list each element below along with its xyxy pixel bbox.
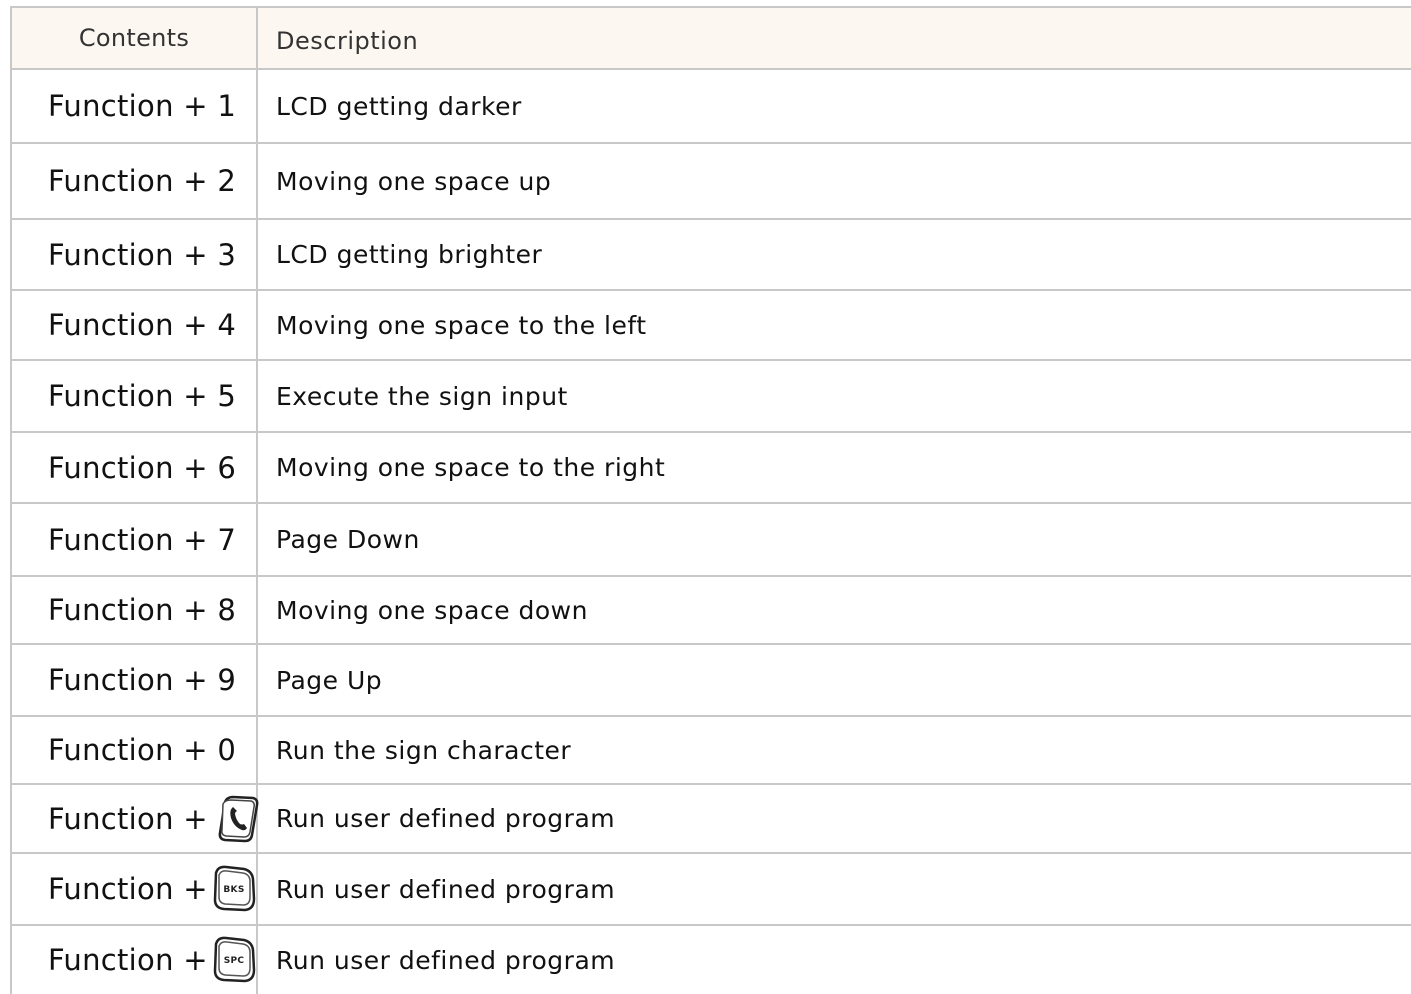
table-row: Function + Run user defined program: [10, 785, 1411, 854]
spc-key-label: SPC: [224, 956, 245, 966]
key-combo: Function + 1: [10, 70, 258, 142]
key-description: Page Down: [276, 525, 420, 554]
key-description: Page Up: [276, 665, 383, 695]
key-combo: Function + 9: [10, 645, 258, 715]
table-row: Function + 9 Page Up: [10, 645, 1411, 717]
bks-key-label: BKS: [223, 885, 244, 895]
table-header-row: Contents Description: [10, 6, 1411, 70]
key-combo: Function + SPC: [10, 926, 258, 994]
key-combo-label: Function +: [48, 872, 208, 906]
key-combo-label: Function +: [48, 943, 208, 977]
table-row: Function + BKS Run user defined program: [10, 854, 1411, 926]
key-description: Run user defined program: [276, 945, 616, 975]
key-description: Run user defined program: [276, 874, 616, 904]
key-combo: Function + 8: [10, 577, 258, 643]
key-description: Moving one space to the left: [276, 310, 647, 340]
key-description: Moving one space to the right: [276, 453, 666, 482]
key-description: LCD getting darker: [276, 91, 522, 121]
table-row: Function + SPC Run user defined program: [10, 926, 1411, 994]
key-description: LCD getting brighter: [276, 240, 543, 269]
table-row: Function + 5 Execute the sign input: [10, 361, 1411, 433]
key-combo: Function + 6: [10, 433, 258, 502]
key-combo: Function + 5: [10, 361, 258, 431]
phone-key-icon: [216, 794, 260, 844]
key-combo: Function + 4: [10, 291, 258, 359]
key-combo-label: Function +: [48, 801, 208, 836]
key-description: Moving one space down: [276, 595, 588, 625]
table-row: Function + 0 Run the sign character: [10, 717, 1411, 785]
header-description: Description: [276, 27, 419, 55]
key-combo: Function + 3: [10, 220, 258, 289]
table-row: Function + 6 Moving one space to the rig…: [10, 433, 1411, 504]
key-combo: Function +: [10, 785, 260, 852]
key-combo: Function + 0: [10, 717, 258, 783]
header-contents: Contents: [10, 8, 258, 68]
key-description: Execute the sign input: [276, 381, 568, 411]
table-row: Function + 4 Moving one space to the lef…: [10, 291, 1411, 361]
table-row: Function + 7 Page Down: [10, 504, 1411, 577]
key-combo: Function + 7: [10, 504, 258, 575]
spc-key-icon: SPC: [210, 934, 258, 986]
bks-key-icon: BKS: [210, 863, 258, 915]
key-description: Moving one space up: [276, 166, 552, 196]
key-description: Run the sign character: [276, 735, 572, 765]
table-row: Function + 2 Moving one space up: [10, 144, 1411, 220]
key-description: Run user defined program: [276, 804, 616, 833]
function-key-table: Contents Description Function + 1 LCD ge…: [10, 6, 1411, 994]
table-row: Function + 8 Moving one space down: [10, 577, 1411, 645]
table-row: Function + 3 LCD getting brighter: [10, 220, 1411, 291]
table-row: Function + 1 LCD getting darker: [10, 70, 1411, 144]
key-combo: Function + BKS: [10, 854, 258, 924]
key-combo: Function + 2: [10, 144, 258, 218]
